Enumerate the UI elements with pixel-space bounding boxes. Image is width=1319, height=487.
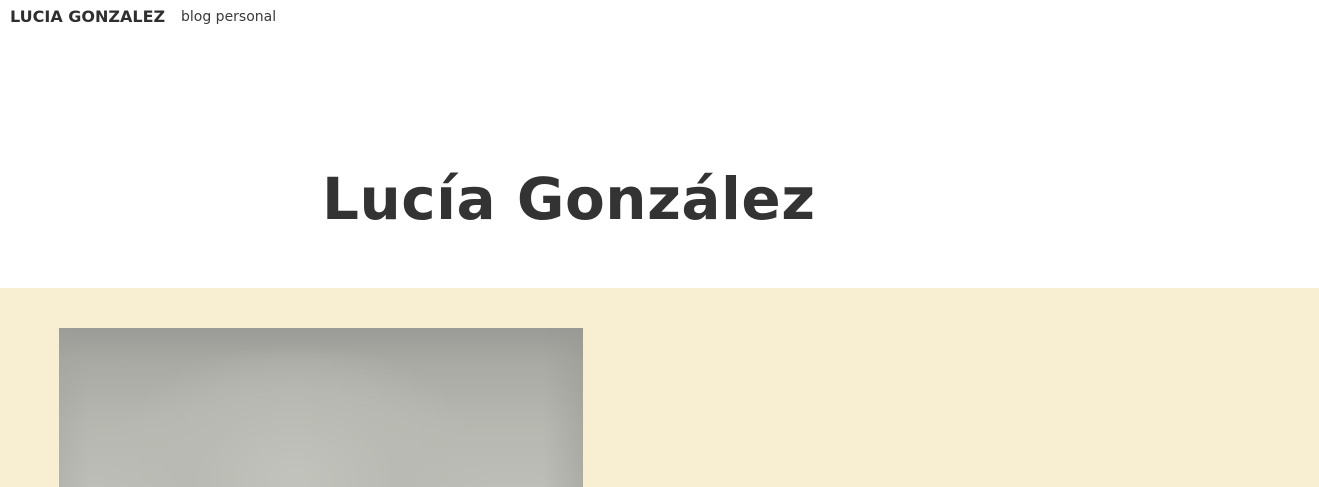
- page: LUCIA GONZALEZ blog personal Lucía Gonzá…: [0, 0, 1319, 487]
- photo-shade-right: [543, 328, 583, 487]
- page-title: Lucía González: [322, 165, 816, 233]
- photo-shade-left: [59, 328, 89, 487]
- site-tagline: blog personal: [181, 9, 277, 25]
- site-title-link[interactable]: LUCIA GONZALEZ: [10, 7, 165, 26]
- site-header: LUCIA GONZALEZ blog personal: [0, 0, 1319, 36]
- portrait-photo: [59, 328, 583, 487]
- content-band: [0, 288, 1319, 487]
